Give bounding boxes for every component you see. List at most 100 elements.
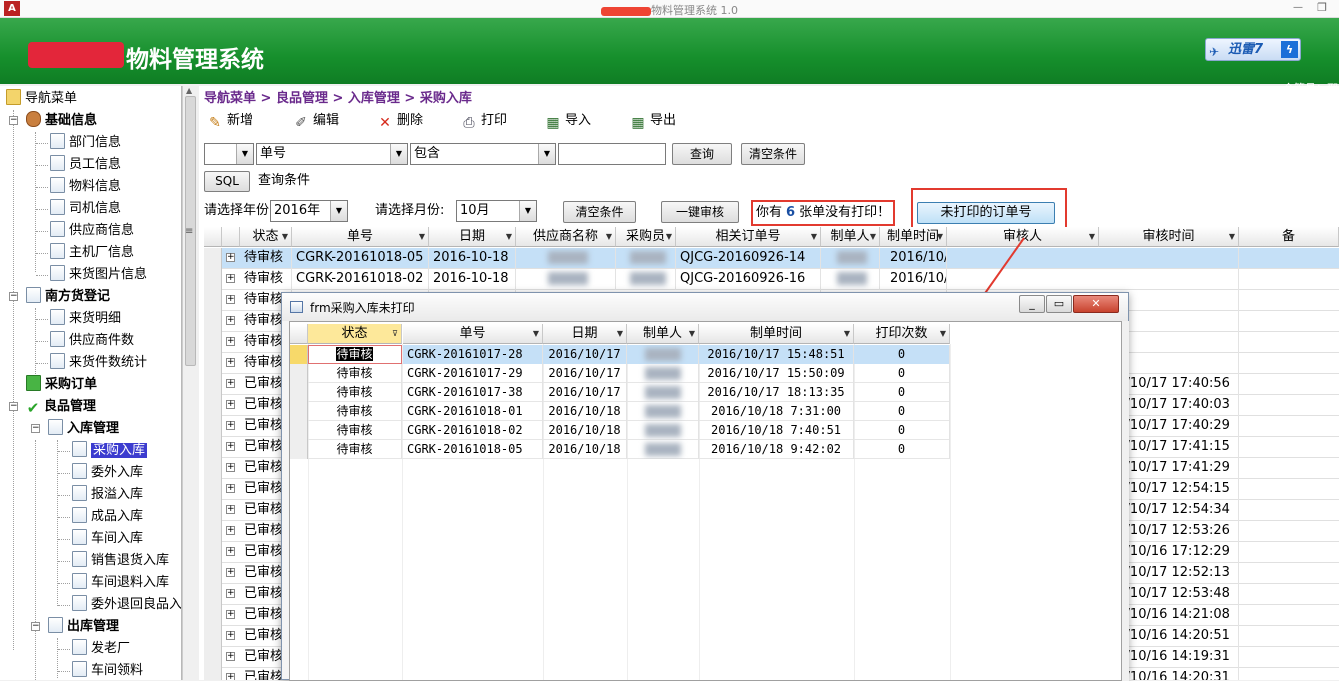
month-select[interactable]: 10月 ▼ [456,200,537,222]
tree-goods[interactable]: ✔ 良品管理 [26,396,96,418]
dialog-row[interactable]: 待审核 CGRK-20161018-05 2016/10/18 2016/10/18 … [290,440,950,459]
expand-row-icon[interactable]: + [226,442,235,451]
tree-leaf-item[interactable]: 车间入库 [72,528,143,550]
grid-column-header[interactable] [222,227,240,247]
sidebar-scrollbar[interactable]: ▲ ≡ [182,86,198,680]
row-selector[interactable] [204,626,222,647]
row-selector[interactable] [204,668,222,680]
tree-leaf-item[interactable]: 采购入库 [72,440,148,462]
row-selector[interactable] [204,332,222,353]
sort-dropdown-icon[interactable]: ▼ [1089,227,1095,246]
row-selector[interactable] [290,440,308,459]
row-selector[interactable] [204,584,222,605]
import-button[interactable]: ▦ 导入 [545,112,591,132]
sort-dropdown-icon[interactable]: ▼ [533,324,539,343]
unprinted-orders-button[interactable]: 未打印的订单号 [917,202,1055,224]
restore-button[interactable]: ❐ [1317,1,1327,14]
tree-leaf-item[interactable]: 成品入库 [72,506,143,528]
collapse-toggle[interactable]: − [31,622,40,631]
tree-outbound[interactable]: 出库管理 [48,616,119,638]
dialog-row[interactable]: 待审核 CGRK-20161017-38 2016/10/17 2016/10/17 … [290,383,950,402]
row-selector[interactable] [204,605,222,626]
expand-row-icon[interactable]: + [226,652,235,661]
collapse-toggle[interactable]: − [9,402,18,411]
tree-leaf-item[interactable]: 员工信息 [50,154,121,176]
year-select[interactable]: 2016年 ▼ [270,200,348,222]
grid-column-header[interactable]: 审核人 ▼ [947,227,1099,247]
new-button[interactable]: ✎ 新增 [207,112,253,132]
row-selector[interactable] [204,416,222,437]
tree-leaf-item[interactable]: 车间领料 [72,660,143,680]
collapse-toggle[interactable]: − [31,424,40,433]
sort-dropdown-icon[interactable]: ▼ [1229,227,1235,246]
sort-dropdown-icon[interactable]: ▼ [606,227,612,246]
grid-column-header[interactable]: 供应商名称 ▼ [516,227,616,247]
filter-value-input[interactable] [558,143,666,165]
row-selector[interactable] [204,458,222,479]
filter-logic-select[interactable]: ▼ [204,143,254,165]
filter-icon[interactable]: ⊽ [392,324,398,343]
sort-dropdown-icon[interactable]: ▼ [689,324,695,343]
sort-dropdown-icon[interactable]: ▼ [940,324,946,343]
row-selector[interactable] [204,353,222,374]
tree-leaf-item[interactable]: 来货件数统计 [50,352,147,374]
row-selector[interactable] [290,364,308,383]
row-selector[interactable] [204,563,222,584]
expand-row-icon[interactable]: + [226,337,235,346]
grid-column-header[interactable] [204,227,222,247]
tree-purchase-order[interactable]: 采购订单 [26,374,97,396]
sort-dropdown-icon[interactable]: ▼ [811,227,817,246]
dialog-column-header[interactable]: 状态 ⊽ [308,324,402,344]
tree-leaf-item[interactable]: 报溢入库 [72,484,143,506]
dialog-row[interactable]: 待审核 CGRK-20161018-01 2016/10/18 2016/10/18 … [290,402,950,421]
tree-root[interactable]: 导航菜单 [6,88,77,110]
sql-button[interactable]: SQL [204,171,250,192]
xunlei-widget[interactable]: ✈ 迅雷7 ϟ [1205,38,1301,61]
expand-row-icon[interactable]: + [226,631,235,640]
query-button[interactable]: 查询 [672,143,732,165]
expand-row-icon[interactable]: + [226,379,235,388]
dialog-column-header[interactable]: 日期 ▼ [543,324,627,344]
row-selector[interactable] [290,402,308,421]
row-selector[interactable] [204,290,222,311]
grid-column-header[interactable]: 状态 ▼ [240,227,292,247]
minimize-button[interactable]: — [1293,2,1303,13]
row-selector[interactable] [204,395,222,416]
sort-dropdown-icon[interactable]: ▼ [666,227,672,246]
row-selector[interactable] [204,311,222,332]
dialog-column-header[interactable]: 打印次数 ▼ [854,324,950,344]
expand-row-icon[interactable]: + [226,589,235,598]
table-row[interactable]: + 待审核 CGRK-20161018-05 2016-10-18 QJCG-20160… [204,248,1339,269]
sort-dropdown-icon[interactable]: ▼ [844,324,850,343]
expand-row-icon[interactable]: + [226,253,235,262]
row-selector[interactable] [290,345,308,364]
row-selector[interactable] [290,383,308,402]
scroll-up-icon[interactable]: ▲ [186,86,192,95]
row-selector[interactable] [204,647,222,668]
row-selector[interactable] [204,521,222,542]
tree-leaf-item[interactable]: 司机信息 [50,198,121,220]
expand-row-icon[interactable]: + [226,295,235,304]
approve-all-button[interactable]: 一键审核 [661,201,739,223]
sort-dropdown-icon[interactable]: ▼ [937,227,943,246]
grid-column-header[interactable]: 日期 ▼ [429,227,516,247]
dialog-row[interactable]: 待审核 CGRK-20161017-28 2016/10/17 2016/10/17 … [290,345,950,364]
row-selector[interactable] [290,421,308,440]
tree-leaf-item[interactable]: 部门信息 [50,132,121,154]
expand-row-icon[interactable]: + [226,547,235,556]
splitter-grip-icon[interactable]: ≡ [185,226,193,237]
dialog-close-button[interactable]: ✕ [1073,295,1119,313]
expand-row-icon[interactable]: + [226,274,235,283]
sort-dropdown-icon[interactable]: ▼ [506,227,512,246]
edit-button[interactable]: ✐ 编辑 [293,112,339,132]
tree-leaf-item[interactable]: 供应商信息 [50,220,134,242]
tree-leaf-item[interactable]: 来货图片信息 [50,264,147,286]
grid-column-header[interactable]: 单号 ▼ [292,227,429,247]
tree-leaf-item[interactable]: 来货明细 [50,308,121,330]
grid-column-header[interactable]: 制单人 ▼ [821,227,880,247]
grid-column-header[interactable]: 相关订单号 ▼ [676,227,821,247]
expand-row-icon[interactable]: + [226,568,235,577]
row-selector[interactable] [204,374,222,395]
grid-column-header[interactable]: 审核时间 ▼ [1099,227,1239,247]
tree-inbound[interactable]: 入库管理 [48,418,119,440]
